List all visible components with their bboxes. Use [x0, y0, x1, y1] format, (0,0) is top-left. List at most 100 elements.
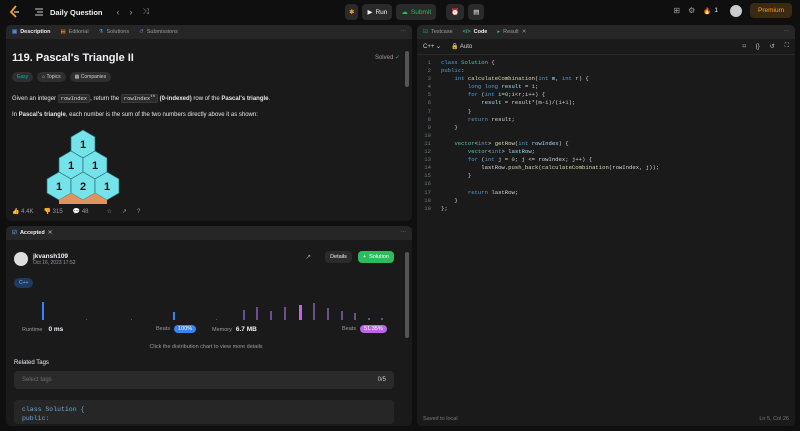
description-paragraph-1: Given an integer rowIndex, return the ro…	[12, 93, 270, 104]
share-icon[interactable]: ↗	[305, 253, 311, 261]
code-line[interactable]: 3 int calculateCombination(int m, int r)…	[417, 75, 659, 83]
line-number: 2	[427, 67, 431, 75]
result-panel: ☑ Accepted ✕ ⋯ jkvansh109 Oct 16, 2023 17:…	[6, 226, 412, 426]
triangle-value-r2-c1: 2	[80, 181, 86, 193]
runtime-bar-2	[173, 312, 175, 320]
premium-button[interactable]: Premium	[749, 3, 792, 18]
code-line[interactable]: 13 for (int j = 0; j <= rowIndex; j++) {	[417, 156, 659, 164]
code-line[interactable]: 4 long long result = 1;	[417, 83, 659, 91]
desc1-bold-pascal: Pascal's triangle	[221, 95, 269, 102]
difficulty-badge[interactable]: Easy	[12, 72, 34, 82]
submit-button[interactable]: ☁ Submit	[396, 4, 437, 20]
solution-button[interactable]: + Solution	[357, 251, 394, 263]
tab-result[interactable]: ▸ Result ✕	[497, 29, 526, 35]
chevron-right-icon[interactable]: ›	[130, 7, 133, 17]
details-button[interactable]: Details	[325, 251, 352, 263]
code-line[interactable]: 15 }	[417, 172, 659, 180]
code-line[interactable]: 17 return lastRow;	[417, 189, 659, 197]
code-line[interactable]: 18 }	[417, 197, 659, 205]
description-panel: ▣ Description ▤ Editorial ⚗ Solutions ↺ Subm…	[6, 25, 412, 221]
settings-icon[interactable]: ⚙	[688, 6, 695, 15]
avatar[interactable]	[729, 4, 742, 17]
chevron-left-icon[interactable]: ‹	[117, 7, 120, 17]
bookmark-icon[interactable]: ⌑	[743, 43, 746, 50]
page-title[interactable]: Daily Question	[50, 8, 103, 17]
left-tabs: ▣ Description ▤ Editorial ⚗ Solutions ↺ Subm…	[6, 25, 412, 39]
share-icon[interactable]: ↗	[122, 208, 127, 215]
streak-counter[interactable]: 🔥 1	[703, 7, 718, 15]
tab-submissions[interactable]: ↺ Submissions	[139, 29, 178, 35]
help-icon[interactable]: ?	[137, 209, 140, 215]
code-line[interactable]: 16	[417, 180, 659, 188]
code-line[interactable]: 5 for (int i=0;i<r;i++) {	[417, 91, 659, 99]
user-avatar[interactable]	[14, 252, 28, 266]
comments-button[interactable]: 💬 48	[73, 208, 89, 215]
line-number: 9	[427, 123, 431, 131]
code-line[interactable]: 8 return result;	[417, 116, 659, 124]
line-number: 6	[427, 99, 431, 107]
language-select[interactable]: C++ ⌄	[423, 43, 441, 50]
tab-testcase[interactable]: ☑ Testcase	[423, 29, 453, 35]
lock-icon: 🔒	[451, 44, 459, 50]
shuffle-icon[interactable]: ⤨	[143, 7, 149, 17]
line-number: 11	[424, 139, 431, 147]
companies-button[interactable]: ▦ Companies	[69, 72, 112, 82]
more-icon[interactable]: ⋯	[784, 29, 790, 35]
code-line[interactable]: 9 }	[417, 124, 659, 132]
notes-button[interactable]: ▤	[468, 4, 485, 20]
topics-button[interactable]: ⌂ Topics	[37, 72, 66, 82]
braces-icon[interactable]: {}	[756, 44, 760, 50]
layout-icon[interactable]: ⊞	[673, 6, 680, 15]
fullscreen-icon[interactable]: ⛶	[785, 43, 789, 50]
more-icon[interactable]: ⋯	[401, 230, 407, 236]
code-line[interactable]: 11 vector<int> getRow(int rowIndex) {	[417, 140, 659, 148]
line-number: 15	[424, 172, 431, 180]
tab-editorial[interactable]: ▤ Editorial	[60, 29, 88, 35]
more-icon[interactable]: ⋯	[401, 29, 407, 35]
chevron-down-icon: ⌄	[436, 44, 442, 50]
debug-button[interactable]: ✱	[345, 4, 359, 20]
close-icon[interactable]: ✕	[522, 29, 527, 35]
code-line[interactable]: 2 public:	[417, 67, 659, 75]
run-button[interactable]: ▶ Run	[362, 4, 393, 20]
code-line[interactable]: 10	[417, 132, 659, 140]
tab-code[interactable]: </> Code	[463, 29, 488, 35]
dislike-button[interactable]: 👎 315	[44, 208, 63, 215]
code-line[interactable]: 14 lastRow.push_back(calculateCombinatio…	[417, 164, 659, 172]
code-line[interactable]: 19};	[417, 205, 659, 213]
line-number: 13	[424, 156, 431, 164]
leetcode-logo[interactable]	[8, 5, 22, 19]
star-icon[interactable]: ☆	[107, 208, 112, 215]
tab-description[interactable]: ▣ Description	[12, 29, 50, 35]
tag-count: 0/5	[377, 377, 386, 383]
tag-select-input[interactable]: Select tags 0/5	[14, 371, 394, 389]
desc2-text-c: , each number is the sum of the two numb…	[65, 112, 258, 118]
memory-bar-main	[299, 305, 302, 320]
code-editor[interactable]: 1 class Solution {2 public: 3 int calculate…	[417, 59, 659, 213]
tab-accepted[interactable]: ☑ Accepted ✕	[12, 230, 52, 236]
code-line[interactable]: 1 class Solution {	[417, 59, 659, 67]
flask-icon: ⚗	[98, 29, 104, 35]
line-number: 3	[427, 75, 431, 83]
tab-solutions[interactable]: ⚗ Solutions	[99, 29, 130, 35]
line-number: 17	[424, 188, 431, 196]
language-badge: C++	[14, 278, 34, 288]
result-scrollbar[interactable]	[405, 252, 409, 338]
inline-code-rowindex-2: rowIndex	[123, 94, 151, 102]
username[interactable]: jkvansh109	[33, 253, 76, 260]
code-line[interactable]: 6 result = result*(m-i)/(i+1);	[417, 99, 659, 107]
close-icon[interactable]: ✕	[48, 230, 53, 236]
tab-solutions-label: Solutions	[106, 29, 130, 35]
comment-icon: 💬	[72, 209, 81, 215]
like-button[interactable]: 👍 4.4K	[12, 208, 34, 215]
distribution-chart[interactable]	[16, 298, 396, 324]
note-icon: ▤	[473, 9, 480, 16]
code-line[interactable]: 7 }	[417, 108, 659, 116]
timer-button[interactable]: ⏰	[446, 4, 465, 20]
problem-list-icon[interactable]	[34, 7, 44, 17]
code-line[interactable]: 12 vector<int> lastRow;	[417, 148, 659, 156]
autocomplete-mode[interactable]: 🔒 Auto	[451, 43, 472, 50]
reset-icon[interactable]: ↺	[770, 43, 775, 50]
alarm-icon: ⏰	[451, 9, 460, 16]
description-scrollbar[interactable]	[405, 51, 409, 87]
